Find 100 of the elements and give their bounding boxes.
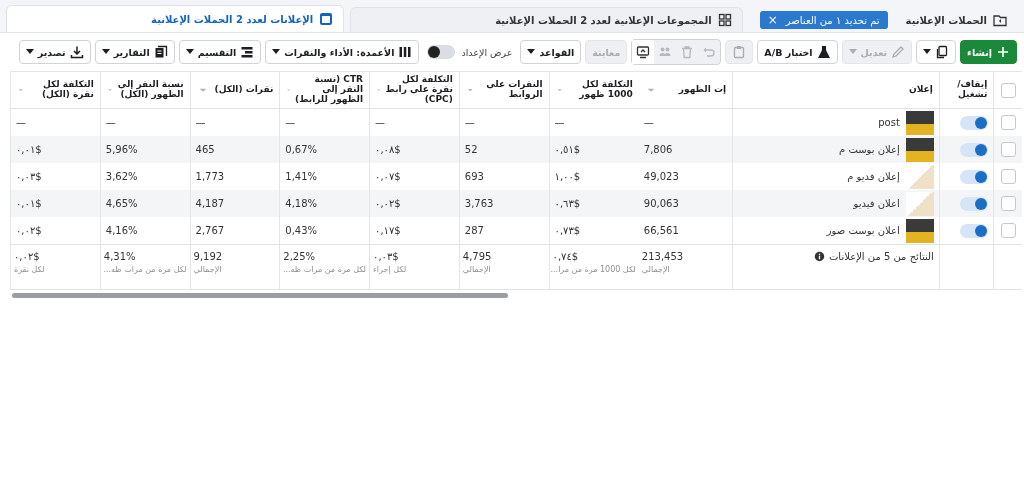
toolbar-button[interactable]: الأعمدة: الأداء والنقرات bbox=[265, 40, 420, 64]
toggle-switch[interactable] bbox=[960, 223, 989, 238]
close-icon[interactable]: × bbox=[767, 13, 778, 27]
toolbar-button[interactable]: إنشاء bbox=[960, 40, 1017, 64]
checkbox[interactable] bbox=[1000, 115, 1016, 130]
table-cell: 693 bbox=[464, 171, 484, 182]
icon-button[interactable] bbox=[916, 40, 957, 64]
people-icon bbox=[658, 45, 673, 59]
table-cell: ٠,١٧$ bbox=[375, 225, 401, 236]
toolbar-button[interactable]: التقسيم bbox=[178, 40, 262, 64]
tab[interactable]: الحملات الإعلانية تم تحديد ١ من العناصر × bbox=[748, 7, 1018, 32]
icon-button[interactable] bbox=[632, 40, 655, 64]
table-cell: ٠,٠٧$ bbox=[375, 171, 401, 182]
summary-note: الإجمالي bbox=[462, 265, 492, 274]
column-header[interactable]: إت الظهور bbox=[659, 85, 727, 95]
summary-note: لكل نقرة bbox=[14, 265, 46, 274]
scrollbar[interactable] bbox=[12, 293, 508, 298]
table-cell: 1,41% bbox=[285, 171, 318, 182]
toolbar-button[interactable]: التقارير bbox=[94, 40, 175, 64]
summary-value: 2,25% bbox=[283, 251, 317, 262]
table-cell: — bbox=[554, 117, 565, 128]
toolbar-button[interactable]: تصدير bbox=[18, 40, 91, 64]
table-cell: ٠,٠٢$ bbox=[375, 198, 401, 209]
table-cell: ٠,٧٣$ bbox=[554, 225, 581, 236]
checkbox[interactable] bbox=[1000, 169, 1016, 184]
summary-value: ٠,٠٢$ bbox=[14, 251, 41, 262]
table-cell: 5,96% bbox=[105, 144, 138, 155]
flask-icon bbox=[816, 45, 831, 59]
caret-icon bbox=[527, 49, 536, 55]
table-cell: ٠,٠١$ bbox=[16, 144, 42, 155]
ad-name[interactable]: إعلان بوست م bbox=[839, 144, 900, 155]
table-cell: ٠,٥١$ bbox=[554, 144, 581, 155]
toggle-switch[interactable] bbox=[960, 115, 989, 130]
toolbar-button[interactable]: اختبار A/B bbox=[757, 40, 838, 64]
table-cell: 66,561 bbox=[643, 225, 679, 236]
checkbox[interactable] bbox=[1000, 223, 1016, 238]
folder-icon bbox=[993, 13, 1007, 27]
caret-icon bbox=[101, 49, 110, 55]
download-icon bbox=[69, 45, 84, 59]
toggle-switch[interactable] bbox=[960, 142, 989, 157]
toggle-switch[interactable] bbox=[960, 196, 989, 211]
summary-note: لكل إجراء bbox=[373, 265, 408, 274]
checkbox[interactable] bbox=[1000, 196, 1016, 211]
caret-icon bbox=[848, 49, 857, 55]
info-icon bbox=[813, 251, 825, 262]
undo-icon bbox=[702, 45, 717, 59]
grid-icon bbox=[717, 13, 732, 27]
table-cell: 4,65% bbox=[105, 198, 138, 209]
summary-value: 4,31% bbox=[103, 251, 137, 262]
table-cell: 4,16% bbox=[105, 225, 138, 236]
ad-name[interactable]: اعلان بوست صور bbox=[826, 225, 900, 236]
summary-note: لكل مرة من مرات ظه... bbox=[103, 265, 187, 274]
caret-icon bbox=[185, 49, 194, 55]
summary-note: الإجمالي bbox=[193, 265, 223, 274]
toggle-switch[interactable] bbox=[960, 169, 989, 184]
table-cell: 2,767 bbox=[195, 225, 225, 236]
toggle-switch[interactable] bbox=[427, 45, 456, 59]
table-cell: 4,18% bbox=[285, 198, 318, 209]
summary-value: 9,192 bbox=[193, 251, 224, 262]
ad-name[interactable]: إعلان فديو م bbox=[847, 171, 900, 182]
photo-placeholder bbox=[905, 191, 934, 216]
table-cell: 3,763 bbox=[464, 198, 494, 209]
photo-placeholder bbox=[905, 218, 934, 243]
table-cell: 7,806 bbox=[643, 144, 673, 155]
table-cell: ٠,٠٣$ bbox=[16, 171, 42, 182]
summary-note: الإجمالي bbox=[641, 265, 671, 274]
breakdown-icon bbox=[240, 45, 255, 59]
table-cell: 465 bbox=[195, 144, 215, 155]
checkbox[interactable] bbox=[1000, 142, 1016, 157]
table-cell: ٠,٠٨$ bbox=[375, 144, 401, 155]
table-cell: ٠,٦٣$ bbox=[554, 198, 581, 209]
table-cell: — bbox=[464, 117, 475, 128]
ad-name[interactable]: post bbox=[878, 117, 900, 128]
table-cell: 0,67% bbox=[285, 144, 318, 155]
table-cell: — bbox=[16, 117, 26, 128]
selection-badge: تم تحديد ١ من العناصر × bbox=[759, 11, 888, 29]
summary-note: لكل مرة من مرات ظه... bbox=[283, 265, 367, 274]
toolbar-button[interactable]: القواعد bbox=[520, 40, 582, 64]
table-cell: ١,٠٠$ bbox=[554, 171, 581, 182]
tab[interactable]: المجموعات الإعلانية لعدد 2 الحملات الإعلانية bbox=[350, 7, 743, 32]
summary-note: لكل 1000 مرة من مرا... bbox=[552, 265, 636, 274]
table-cell: — bbox=[375, 117, 386, 128]
ad-name[interactable]: اعلان فيديو bbox=[853, 198, 900, 209]
tab[interactable]: الإعلانات لعدد 2 الحملات الإعلانية bbox=[6, 5, 345, 32]
pencil-icon bbox=[891, 45, 906, 59]
table-cell: — bbox=[643, 117, 654, 128]
checkbox[interactable] bbox=[1000, 82, 1016, 98]
table-cell: 4,187 bbox=[195, 198, 225, 209]
window-icon bbox=[319, 12, 334, 26]
table-cell: 3,62% bbox=[105, 171, 138, 182]
column-header[interactable]: نقرات (الكل) bbox=[211, 85, 274, 95]
summary-value: 4,795 bbox=[462, 251, 493, 262]
copy-icon bbox=[935, 45, 950, 59]
caret-icon bbox=[25, 49, 34, 55]
caret-icon bbox=[923, 49, 932, 55]
summary-value: ٠,٧٤$ bbox=[552, 251, 580, 262]
plus-icon bbox=[996, 45, 1010, 59]
table-cell: — bbox=[195, 117, 206, 128]
table-cell: — bbox=[105, 117, 116, 128]
results-summary: النتائج من 5 من الإعلانات bbox=[828, 251, 934, 262]
